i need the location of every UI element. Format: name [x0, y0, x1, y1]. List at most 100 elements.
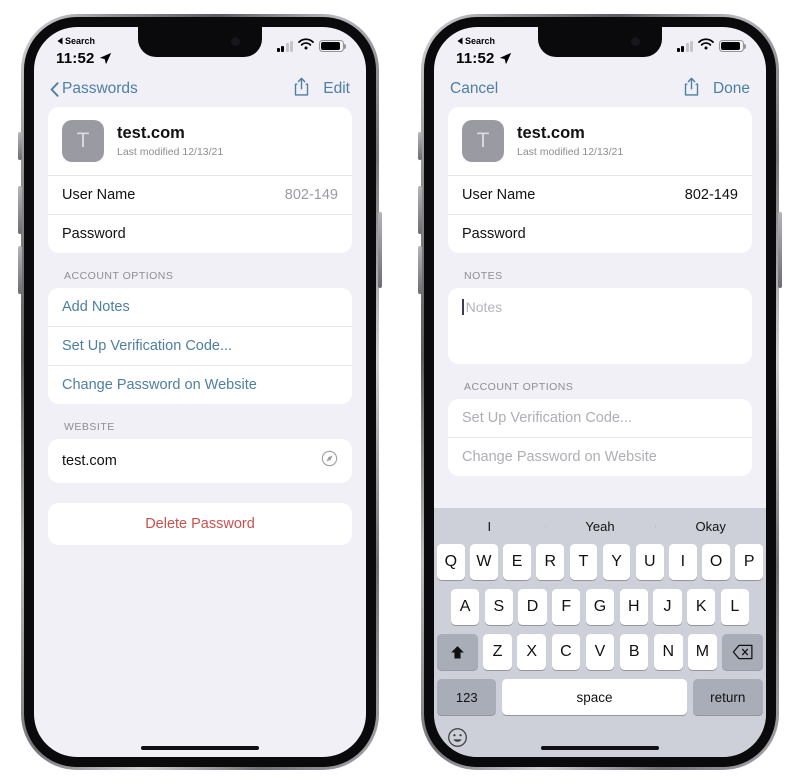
numbers-key[interactable]: 123	[437, 679, 497, 715]
volume-down-button[interactable]	[418, 246, 422, 294]
notch	[538, 27, 662, 57]
account-header-text: test.com Last modified 12/13/21	[117, 124, 223, 159]
key-e[interactable]: E	[503, 544, 531, 580]
volume-up-button[interactable]	[418, 186, 422, 234]
safari-compass-icon[interactable]	[321, 450, 338, 472]
key-m[interactable]: M	[688, 634, 717, 670]
back-button-passwords[interactable]: Passwords	[50, 80, 138, 98]
chevron-left-icon	[50, 81, 59, 97]
prediction-3[interactable]: Okay	[655, 519, 766, 534]
username-value[interactable]: 802-149	[685, 187, 738, 203]
key-r[interactable]: R	[536, 544, 565, 580]
key-g[interactable]: G	[585, 589, 615, 625]
shift-arrow-icon[interactable]	[437, 634, 478, 670]
silent-switch-button[interactable]	[418, 132, 422, 160]
avatar-letter: T	[76, 129, 90, 152]
prediction-2[interactable]: Yeah	[544, 519, 656, 534]
key-s[interactable]: S	[484, 589, 513, 625]
key-w[interactable]: W	[470, 544, 498, 580]
triangle-left-icon	[457, 32, 463, 50]
space-key[interactable]: space	[501, 679, 687, 715]
key-k[interactable]: K	[687, 589, 716, 625]
share-icon[interactable]	[684, 77, 699, 101]
key-a[interactable]: A	[451, 589, 480, 625]
home-indicator[interactable]	[141, 745, 259, 750]
status-bar-time: 11:52	[56, 50, 95, 67]
status-bar-time-row: 11:52	[456, 50, 512, 67]
share-icon[interactable]	[294, 77, 309, 101]
keyboard-row-3: Z X C V B N M	[434, 634, 766, 670]
set-up-verification-code-button[interactable]: Set Up Verification Code...	[48, 326, 352, 365]
phone-right: Search 11:52 Cancel Done T test.com Last…	[418, 14, 782, 770]
keyboard-row-2: A S D F G H J K L	[434, 589, 766, 625]
username-row[interactable]: User Name 802-149	[48, 175, 352, 214]
backspace-icon[interactable]	[722, 634, 763, 670]
status-bar-back-to-search[interactable]: Search	[457, 32, 495, 50]
avatar: T	[462, 120, 504, 162]
key-j[interactable]: J	[653, 589, 682, 625]
power-button[interactable]	[378, 212, 382, 288]
key-o[interactable]: O	[702, 544, 730, 580]
key-i[interactable]: I	[669, 544, 697, 580]
key-d[interactable]: D	[518, 589, 547, 625]
status-bar-back-to-search[interactable]: Search	[57, 32, 95, 50]
key-y[interactable]: Y	[602, 544, 631, 580]
edit-button[interactable]: Edit	[323, 80, 350, 98]
key-f[interactable]: F	[552, 589, 581, 625]
key-n[interactable]: N	[653, 634, 683, 670]
status-bar-right-group	[276, 33, 347, 55]
account-card-right: T test.com Last modified 12/13/21 User N…	[448, 107, 752, 253]
website-row[interactable]: test.com	[48, 439, 352, 483]
cancel-button[interactable]: Cancel	[450, 80, 498, 98]
key-b[interactable]: B	[619, 634, 649, 670]
key-q[interactable]: Q	[436, 544, 465, 580]
battery-icon	[719, 40, 747, 52]
notes-placeholder: Notes	[465, 299, 503, 315]
key-h[interactable]: H	[619, 589, 648, 625]
key-l[interactable]: L	[720, 589, 749, 625]
prediction-1[interactable]: I	[434, 519, 545, 534]
cancel-button-label: Cancel	[450, 80, 499, 97]
delete-password-label: Delete Password	[145, 516, 255, 532]
volume-up-button[interactable]	[18, 186, 22, 234]
battery-icon	[319, 40, 347, 52]
location-arrow-icon	[99, 52, 112, 65]
status-bar-right-group	[676, 33, 747, 55]
notes-textarea[interactable]: Notes	[448, 288, 752, 364]
avatar: T	[62, 120, 104, 162]
key-u[interactable]: U	[635, 544, 664, 580]
return-key[interactable]: return	[692, 679, 763, 715]
set-up-verification-code-button: Set Up Verification Code...	[462, 410, 633, 426]
key-t[interactable]: T	[569, 544, 598, 580]
key-v[interactable]: V	[585, 634, 615, 670]
add-notes-button[interactable]: Add Notes	[48, 288, 352, 326]
emoji-smiley-icon[interactable]	[447, 727, 468, 748]
nav-bar-actions-right: Done	[684, 77, 750, 101]
account-header-text: test.com Last modified 12/13/21	[517, 124, 623, 159]
phone-left-screen: Search 11:52 Passwords Edit T test.com L…	[34, 27, 366, 757]
home-indicator[interactable]	[541, 745, 659, 750]
keyboard-row-1: Q W E R T Y U I O P	[434, 544, 766, 580]
delete-password-button[interactable]: Delete Password	[48, 503, 352, 545]
change-password-on-website-button[interactable]: Change Password on Website	[48, 365, 352, 404]
account-title: test.com	[517, 123, 585, 142]
password-row[interactable]: Password	[448, 214, 752, 253]
password-row[interactable]: Password	[48, 214, 352, 253]
account-card-left: T test.com Last modified 12/13/21 User N…	[48, 107, 352, 253]
wifi-icon	[698, 37, 714, 55]
username-label: User Name	[62, 187, 136, 203]
power-button[interactable]	[778, 212, 782, 288]
key-p[interactable]: P	[735, 544, 764, 580]
key-z[interactable]: Z	[483, 634, 512, 670]
done-button[interactable]: Done	[713, 80, 750, 98]
volume-down-button[interactable]	[18, 246, 22, 294]
account-subtitle: Last modified 12/13/21	[117, 146, 224, 159]
key-x[interactable]: X	[517, 634, 547, 670]
key-c[interactable]: C	[551, 634, 581, 670]
text-cursor	[462, 299, 464, 315]
account-options-header: ACCOUNT OPTIONS	[464, 381, 574, 393]
silent-switch-button[interactable]	[18, 132, 22, 160]
on-screen-keyboard: I Yeah Okay Q W E R T Y U I O P A S D F …	[434, 508, 766, 757]
username-row[interactable]: User Name 802-149	[448, 175, 752, 214]
password-label: Password	[462, 226, 526, 242]
